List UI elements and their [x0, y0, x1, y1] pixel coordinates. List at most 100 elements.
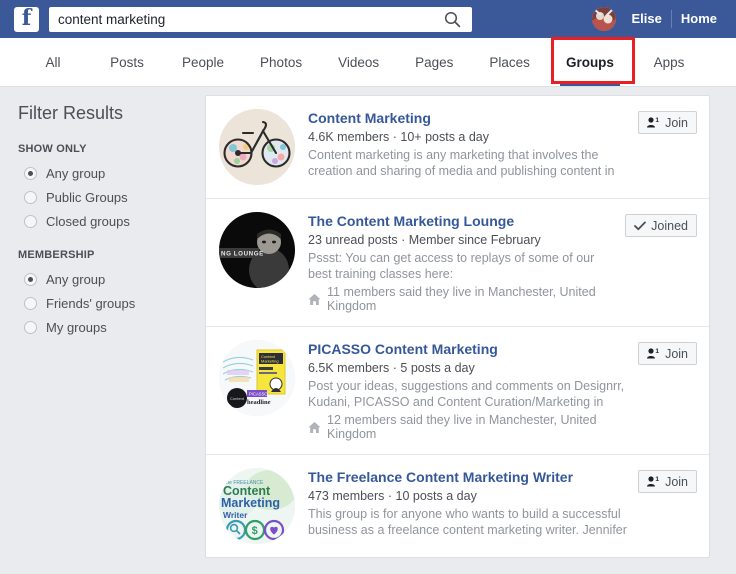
tab-all[interactable]: All [16, 38, 90, 86]
bicycle-avatar[interactable] [219, 109, 295, 185]
filter-option-label: Any group [46, 271, 106, 287]
filter-sidebar: Filter Results SHOW ONLY Any group Publi… [0, 87, 205, 574]
group-meta: 6.5K members · 5 posts a day [308, 361, 475, 375]
group-title-link[interactable]: PICASSO Content Marketing [308, 341, 498, 357]
picasso-book-avatar[interactable]: Content Marketing Content PICASSO headli… [219, 340, 295, 416]
group-result-row[interactable]: Content Marketing 4.6K members · 10+ pos… [206, 96, 709, 199]
group-description: Content marketing is any marketing that … [308, 148, 615, 178]
filter-option-membership-any-group[interactable]: Any group [18, 267, 205, 291]
group-location-text: 12 members said they live in Manchester,… [327, 413, 597, 441]
facebook-logo[interactable]: f [14, 6, 39, 32]
svg-text:1: 1 [655, 348, 659, 355]
tab-people[interactable]: People [164, 38, 242, 86]
tab-videos[interactable]: Videos [320, 38, 397, 86]
tab-groups[interactable]: Groups [548, 38, 632, 86]
svg-text:1: 1 [655, 476, 659, 483]
lounge-portrait-avatar-image: NG LOUNGE [219, 212, 295, 288]
search-input[interactable] [49, 7, 432, 31]
svg-text:NG LOUNGE: NG LOUNGE [221, 251, 264, 258]
group-info: PICASSO Content Marketing 6.5K members ·… [308, 340, 638, 441]
join-button-label: Join [665, 346, 688, 361]
filter-group-membership: MEMBERSHIP Any group Friends' groups My … [18, 249, 205, 339]
group-description: Pssst: You can get access to replays of … [308, 251, 595, 281]
group-meta: 473 members · 10 posts a day [308, 489, 477, 503]
search-button[interactable] [432, 7, 472, 32]
group-title-link[interactable]: Content Marketing [308, 110, 431, 126]
group-action: Joined [625, 212, 697, 313]
add-person-icon: 1 [647, 476, 659, 487]
join-button[interactable]: 1 Join [638, 342, 697, 365]
page-content: Filter Results SHOW ONLY Any group Publi… [0, 87, 736, 574]
group-result-row[interactable]: the FREELANCE Content Marketing Writer $ [206, 455, 709, 557]
filter-option-my-groups[interactable]: My groups [18, 315, 205, 339]
filter-results-title: Filter Results [18, 103, 124, 123]
group-result-row[interactable]: NG LOUNGE The Content Marketing Lounge 2… [206, 199, 709, 327]
tab-posts[interactable]: Posts [90, 38, 164, 86]
group-location-text: 11 members said they live in Manchester,… [327, 285, 596, 313]
freelance-writer-avatar[interactable]: the FREELANCE Content Marketing Writer $ [219, 468, 295, 544]
svg-text:Marketing: Marketing [261, 359, 279, 364]
group-result-row[interactable]: Content Marketing Content PICASSO headli… [206, 327, 709, 455]
radio-icon[interactable] [24, 190, 37, 204]
group-action: 1 Join [638, 340, 697, 441]
freelance-writer-avatar-image: the FREELANCE Content Marketing Writer $ [219, 468, 295, 544]
group-title-link[interactable]: The Freelance Content Marketing Writer [308, 469, 573, 485]
join-button[interactable]: 1 Join [638, 470, 697, 493]
group-action: 1 Join [638, 109, 697, 185]
radio-icon[interactable] [24, 214, 37, 228]
filter-option-public-groups[interactable]: Public Groups [18, 185, 205, 209]
avatar[interactable] [591, 7, 616, 31]
radio-icon[interactable] [24, 320, 37, 334]
user-avatar-image [591, 7, 616, 31]
filter-option-label: Friends' groups [46, 295, 136, 311]
filter-option-friends-groups[interactable]: Friends' groups [18, 291, 205, 315]
group-location: 12 members said they live in Manchester,… [308, 413, 634, 441]
lounge-portrait-avatar[interactable]: NG LOUNGE [219, 212, 295, 288]
group-meta: 23 unread posts · Member since February [308, 233, 541, 247]
home-icon [308, 293, 321, 305]
search-filter-tabs: All Posts People Photos Videos Pages Pla… [0, 37, 736, 87]
joined-button[interactable]: Joined [625, 214, 697, 237]
group-description: Post your ideas, suggestions and comment… [308, 379, 625, 409]
svg-text:Content: Content [230, 396, 245, 401]
group-info: The Freelance Content Marketing Writer 4… [308, 468, 638, 544]
nav-user-name[interactable]: Elise [623, 0, 671, 38]
top-navigation-bar: f Elise Home [0, 0, 736, 38]
join-button-label: Join [665, 474, 688, 489]
group-info: Content Marketing 4.6K members · 10+ pos… [308, 109, 638, 185]
filter-group-show-only: SHOW ONLY Any group Public Groups Closed… [18, 143, 205, 233]
radio-icon[interactable] [24, 296, 37, 310]
group-location: 11 members said they live in Manchester,… [308, 285, 621, 313]
nav-home-link[interactable]: Home [672, 0, 726, 38]
group-description: This group is for anyone who wants to bu… [308, 507, 627, 537]
group-meta: 4.6K members · 10+ posts a day [308, 130, 489, 144]
add-person-icon: 1 [647, 348, 659, 359]
radio-icon[interactable] [24, 272, 37, 286]
filter-option-label: My groups [46, 319, 107, 335]
filter-option-label: Closed groups [46, 213, 130, 229]
group-title-link[interactable]: The Content Marketing Lounge [308, 213, 514, 229]
top-nav-right: Elise Home [591, 0, 726, 38]
results-card-stack: Content Marketing 4.6K members · 10+ pos… [205, 95, 710, 558]
svg-text:1: 1 [655, 117, 659, 124]
tab-pages[interactable]: Pages [397, 38, 471, 86]
join-button-label: Join [665, 115, 688, 130]
search-bar[interactable] [49, 6, 472, 32]
tab-places[interactable]: Places [471, 38, 548, 86]
radio-icon[interactable] [24, 166, 37, 180]
filter-option-closed-groups[interactable]: Closed groups [18, 209, 205, 233]
filter-heading-membership: MEMBERSHIP [18, 249, 95, 261]
search-results-list: Content Marketing 4.6K members · 10+ pos… [205, 87, 736, 574]
picasso-book-avatar-image: Content Marketing Content PICASSO headli… [219, 340, 295, 416]
svg-text:$: $ [252, 525, 258, 537]
svg-text:PICASSO: PICASSO [249, 391, 268, 396]
filter-heading-show-only: SHOW ONLY [18, 143, 87, 155]
filter-option-label: Public Groups [46, 189, 128, 205]
check-icon [634, 221, 647, 230]
tab-photos[interactable]: Photos [242, 38, 320, 86]
join-button[interactable]: 1 Join [638, 111, 697, 134]
group-info: The Content Marketing Lounge 23 unread p… [308, 212, 625, 313]
bicycle-avatar-image [219, 109, 295, 185]
tab-apps[interactable]: Apps [632, 38, 706, 86]
filter-option-any-group[interactable]: Any group [18, 161, 205, 185]
